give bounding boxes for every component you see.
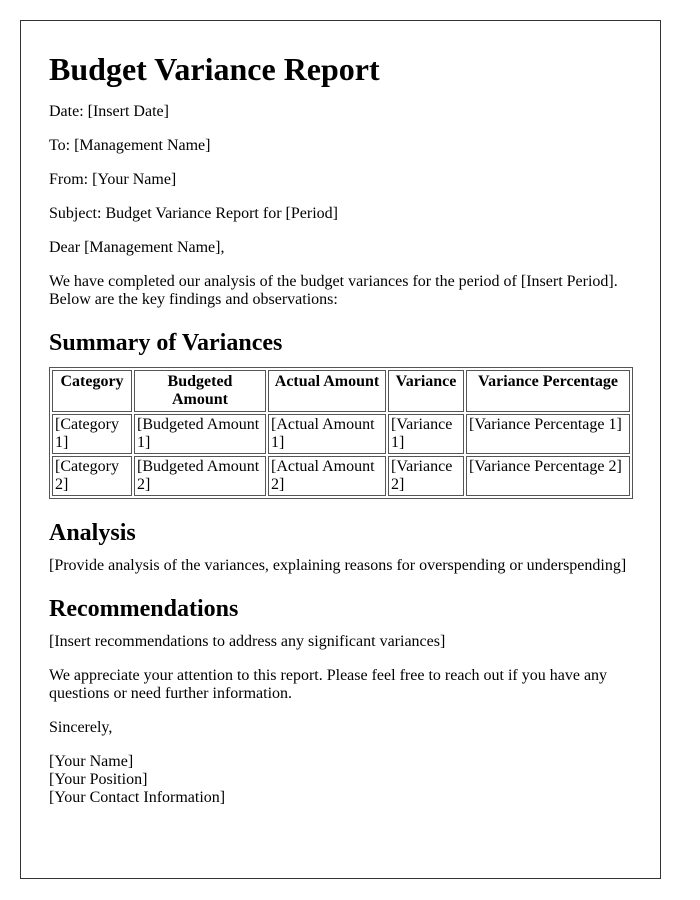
table-header-row: Category Budgeted Amount Actual Amount V… [52, 370, 630, 412]
signature-contact: [Your Contact Information] [49, 789, 226, 806]
column-header: Variance [388, 370, 464, 412]
table-cell: [Variance Percentage 1] [466, 414, 630, 454]
letter-container: Budget Variance Report Date: [Insert Dat… [20, 20, 661, 879]
column-header: Actual Amount [268, 370, 386, 412]
table-cell: [Category 2] [52, 456, 132, 496]
table-cell: [Variance 2] [388, 456, 464, 496]
recommendations-heading: Recommendations [49, 596, 239, 622]
salutation: Dear [Management Name], [49, 239, 225, 256]
from-line: From: [Your Name] [49, 171, 177, 188]
closing-paragraph: We appreciate your attention to this rep… [49, 667, 608, 702]
signoff: Sincerely, [49, 719, 113, 736]
subject-line: Subject: Budget Variance Report for [Per… [49, 205, 338, 222]
to-line: To: [Management Name] [49, 137, 211, 154]
table-row: [Category 1] [Budgeted Amount 1] [Actual… [52, 414, 630, 454]
table-cell: [Actual Amount 2] [268, 456, 386, 496]
column-header: Variance Percentage [466, 370, 630, 412]
table-cell: [Budgeted Amount 1] [134, 414, 266, 454]
table-cell: [Actual Amount 1] [268, 414, 386, 454]
summary-heading: Summary of Variances [49, 330, 283, 356]
table-row: [Category 2] [Budgeted Amount 2] [Actual… [52, 456, 630, 496]
variance-table: Category Budgeted Amount Actual Amount V… [49, 367, 633, 499]
recommendations-text: [Insert recommendations to address any s… [49, 633, 446, 650]
column-header: Budgeted Amount [134, 370, 266, 412]
column-header: Category [52, 370, 132, 412]
table-cell: [Variance 1] [388, 414, 464, 454]
analysis-heading: Analysis [49, 520, 136, 546]
page-title: Budget Variance Report [49, 51, 380, 87]
table-cell: [Category 1] [52, 414, 132, 454]
signature-position: [Your Position] [49, 771, 148, 788]
signature-block: [Your Name] [Your Position] [Your Contac… [49, 753, 632, 807]
intro-paragraph: We have completed our analysis of the bu… [49, 273, 618, 308]
table-cell: [Budgeted Amount 2] [134, 456, 266, 496]
analysis-text: [Provide analysis of the variances, expl… [49, 557, 627, 574]
date-line: Date: [Insert Date] [49, 103, 169, 120]
table-cell: [Variance Percentage 2] [466, 456, 630, 496]
signature-name: [Your Name] [49, 753, 134, 770]
